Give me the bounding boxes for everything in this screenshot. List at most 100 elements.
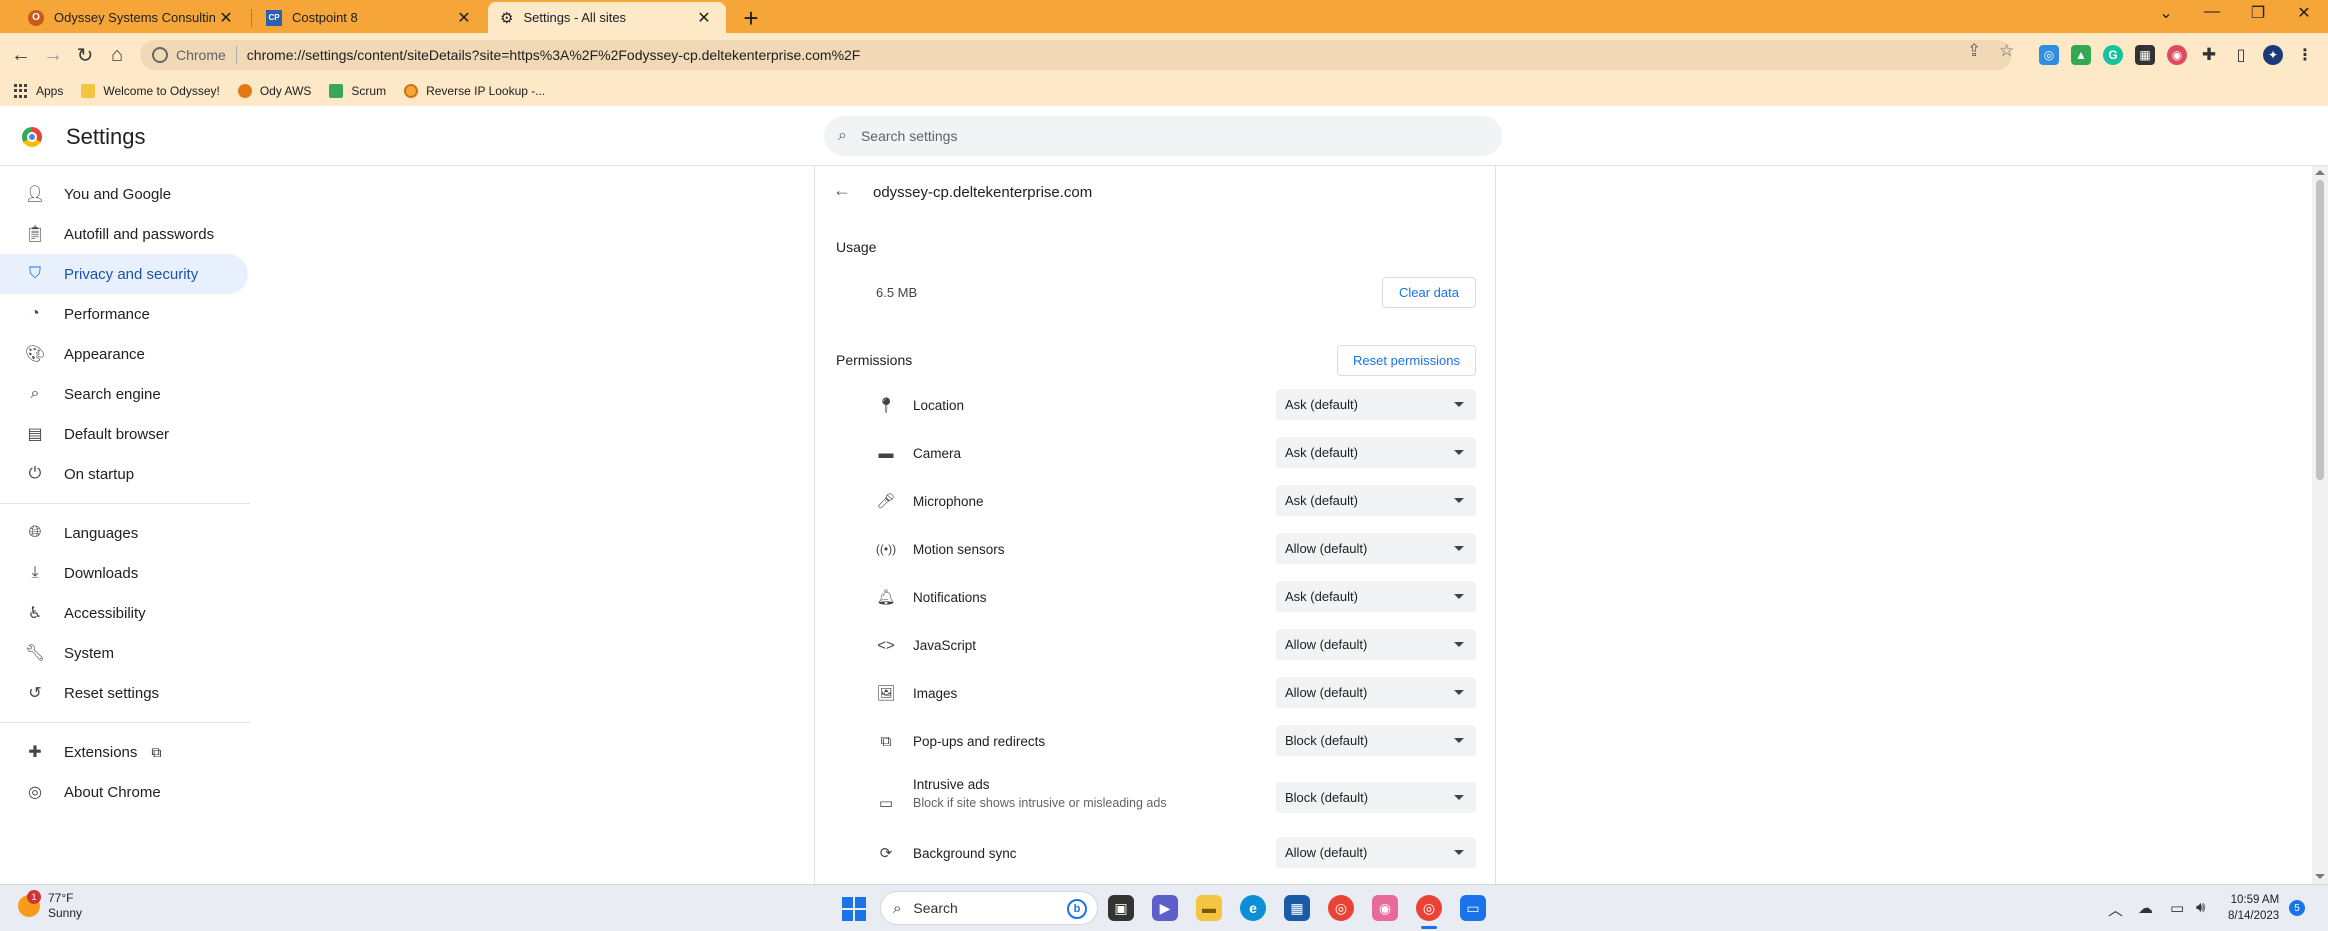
close-icon[interactable]: ✕: [694, 8, 714, 28]
permission-select[interactable]: Ask (default): [1276, 437, 1476, 468]
forward-button[interactable]: →: [40, 42, 66, 68]
back-arrow-icon[interactable]: ←: [833, 180, 851, 201]
permission-value: Ask (default): [1285, 397, 1358, 412]
bookmark-reverse-ip[interactable]: Reverse IP Lookup -...: [404, 84, 545, 98]
onedrive-icon[interactable]: ☁: [2138, 899, 2153, 917]
sidebar-item-label: You and Google: [64, 185, 172, 203]
sidebar-item-languages[interactable]: 🌐︎ Languages: [0, 513, 248, 553]
reload-button[interactable]: ↻: [72, 42, 98, 68]
bookmark-ody-aws[interactable]: Ody AWS: [237, 84, 311, 98]
tab-odyssey[interactable]: O Odyssey Systems Consulting Gro ✕: [16, 2, 248, 33]
grammarly-icon[interactable]: G: [2103, 45, 2123, 65]
sidebar-item-about-chrome[interactable]: ◎ About Chrome: [0, 772, 248, 812]
store-icon[interactable]: ▦: [1284, 895, 1310, 921]
tab-settings[interactable]: ⚙ Settings - All sites ✕: [488, 2, 726, 33]
google-drive-icon[interactable]: ▲: [2071, 45, 2091, 65]
profile-avatar[interactable]: ✦: [2263, 45, 2283, 65]
scroll-down-arrow-icon[interactable]: [2315, 874, 2325, 879]
speedometer-icon: ◔: [30, 305, 40, 322]
permission-select[interactable]: Ask (default): [1276, 485, 1476, 516]
clear-data-button[interactable]: Clear data: [1382, 277, 1476, 308]
scroll-up-arrow-icon[interactable]: [2315, 170, 2325, 175]
tab-search-chevron-icon[interactable]: ⌄: [2146, 3, 2186, 23]
sidebar-item-default-browser[interactable]: ▤ Default browser: [0, 414, 248, 454]
permission-select[interactable]: Allow (default): [1276, 629, 1476, 660]
camera-icon: ▬: [878, 444, 894, 462]
windows-start-icon[interactable]: [842, 897, 866, 921]
bookmark-label: Reverse IP Lookup -...: [426, 84, 546, 98]
sidebar-item-appearance[interactable]: 🎨︎ Appearance: [0, 334, 248, 374]
weather-widget[interactable]: 1 77°F Sunny: [18, 890, 82, 921]
power-icon: ⏻: [28, 465, 42, 482]
file-explorer-icon[interactable]: ▬: [1196, 895, 1222, 921]
sidebar-item-downloads[interactable]: ⤓ Downloads: [0, 553, 248, 593]
address-url[interactable]: chrome://settings/content/siteDetails?si…: [247, 47, 861, 63]
scrum-icon: [329, 84, 344, 98]
task-view-icon[interactable]: ▣: [1108, 895, 1134, 921]
taskbar-search[interactable]: ⌕ Search b: [880, 891, 1098, 925]
sidebar-item-privacy[interactable]: ⛉ Privacy and security: [0, 254, 248, 294]
permission-label: Intrusive ads: [913, 777, 990, 792]
permission-select[interactable]: Ask (default): [1276, 389, 1476, 420]
minimize-button[interactable]: —: [2192, 3, 2232, 21]
reset-permissions-button[interactable]: Reset permissions: [1337, 345, 1476, 376]
edge-icon[interactable]: e: [1240, 895, 1266, 921]
scrollbar-thumb[interactable]: [2316, 180, 2324, 480]
address-bar[interactable]: Chrome chrome://settings/content/siteDet…: [140, 40, 2012, 70]
permission-select[interactable]: Block (default): [1276, 725, 1476, 756]
sidebar-divider: [0, 503, 250, 504]
bookmark-scrum[interactable]: Scrum: [329, 84, 386, 98]
permission-select[interactable]: Ask (default): [1276, 581, 1476, 612]
close-icon[interactable]: ✕: [216, 8, 236, 28]
share-icon[interactable]: ⇪: [1967, 41, 1981, 61]
bookmark-apps[interactable]: Apps: [14, 84, 63, 98]
sidebar-item-on-startup[interactable]: ⏻ On startup: [0, 454, 248, 494]
taskbar-clock[interactable]: 10:59 AM 8/14/2023: [2228, 892, 2279, 924]
sidebar-item-performance[interactable]: ◔ Performance: [0, 294, 248, 334]
usage-heading: Usage: [836, 239, 877, 255]
sidebar-item-system[interactable]: 🔧︎ System: [0, 633, 248, 673]
restore-button[interactable]: ❐: [2238, 3, 2278, 23]
puzzle-icon[interactable]: ✚: [2199, 45, 2219, 65]
search-icon: ⌕: [893, 899, 902, 917]
microphone-icon: 🎤︎: [876, 493, 896, 510]
home-button[interactable]: ⌂: [104, 42, 130, 68]
sidebar-item-autofill[interactable]: 📋︎ Autofill and passwords: [0, 214, 248, 254]
search-settings-input[interactable]: ⌕ Search settings: [824, 116, 1502, 156]
permission-label: Location: [913, 398, 965, 413]
new-tab-button[interactable]: +: [737, 3, 765, 33]
back-button[interactable]: ←: [8, 42, 34, 68]
permission-select[interactable]: Allow (default): [1276, 837, 1476, 868]
volume-icon[interactable]: 🔊︎: [2196, 899, 2205, 916]
remote-desktop-icon[interactable]: ▭: [1460, 895, 1486, 921]
chevron-up-icon[interactable]: ︿: [2108, 899, 2123, 920]
permission-select[interactable]: Allow (default): [1276, 533, 1476, 564]
page-scrollbar[interactable]: [2312, 166, 2328, 884]
location-pin-icon: 📍︎: [876, 397, 896, 414]
sidebar-item-reset-settings[interactable]: ↺ Reset settings: [0, 673, 248, 713]
permission-select[interactable]: Allow (default): [1276, 677, 1476, 708]
extension-icon[interactable]: ◎: [2039, 45, 2059, 65]
bookmark-star-icon[interactable]: ☆: [1999, 41, 2014, 61]
extension-icon[interactable]: ▦: [2135, 45, 2155, 65]
kebab-menu-icon[interactable]: ⋮: [2295, 45, 2315, 65]
sidebar-item-extensions[interactable]: ✚ Extensions ⧉: [0, 732, 248, 772]
notification-badge[interactable]: 5: [2289, 900, 2305, 916]
chrome-taskbar-icon[interactable]: ◎: [1328, 895, 1354, 921]
photos-icon[interactable]: ◉: [1372, 895, 1398, 921]
side-panel-icon[interactable]: ▯: [2231, 45, 2251, 65]
close-icon[interactable]: ✕: [454, 8, 474, 28]
permission-select[interactable]: Block (default): [1276, 782, 1476, 813]
sidebar-item-accessibility[interactable]: ♿︎ Accessibility: [0, 593, 248, 633]
tab-costpoint[interactable]: CP Costpoint 8 ✕: [254, 2, 486, 33]
chrome-taskbar-icon[interactable]: ◎: [1416, 895, 1442, 921]
teams-icon[interactable]: ▶: [1152, 895, 1178, 921]
sidebar-item-search-engine[interactable]: ⌕ Search engine: [0, 374, 248, 414]
bookmark-welcome[interactable]: Welcome to Odyssey!: [81, 84, 220, 98]
close-window-button[interactable]: ✕: [2284, 3, 2324, 23]
network-icon[interactable]: ▭: [2170, 899, 2184, 917]
aws-icon: [237, 84, 252, 98]
sidebar-item-you-and-google[interactable]: 👤︎ You and Google: [0, 174, 248, 214]
sun-icon: 1: [18, 890, 41, 917]
extension-icon[interactable]: ◉: [2167, 45, 2187, 65]
